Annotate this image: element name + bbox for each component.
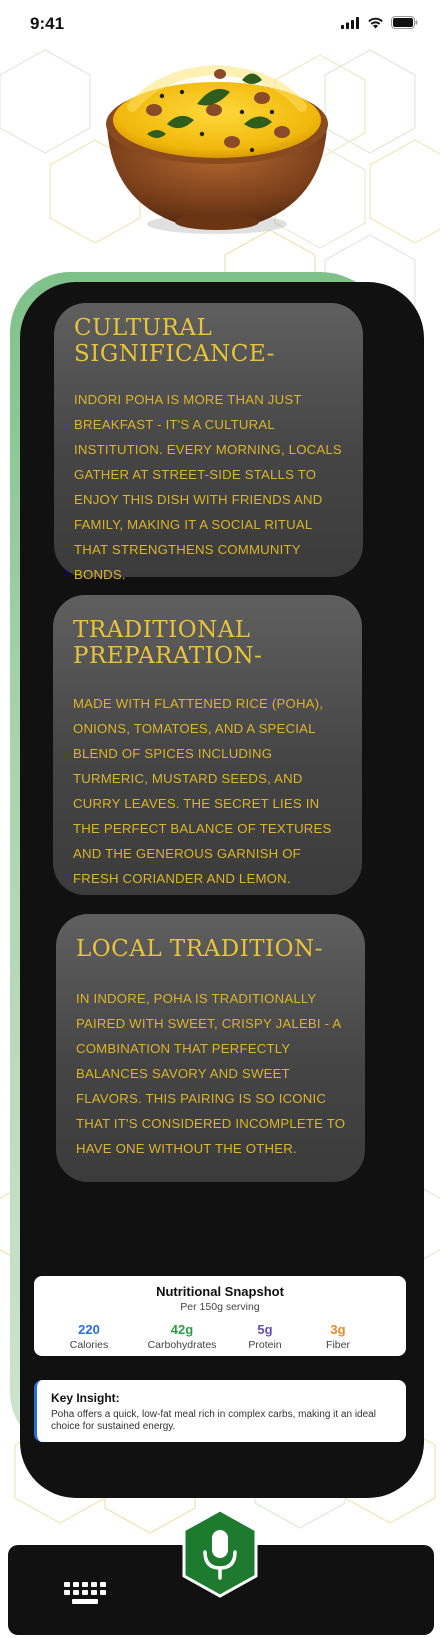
- nutrition-value: 42g: [170, 1322, 194, 1337]
- card-title: Traditional Preparation-: [73, 617, 263, 669]
- status-time: 9:41: [30, 14, 65, 33]
- microphone-icon: [182, 1508, 258, 1598]
- nutrition-value: 220: [78, 1322, 100, 1337]
- insight-body: Poha offers a quick, low-fat meal rich i…: [51, 1409, 376, 1432]
- microphone-button[interactable]: [180, 1508, 260, 1600]
- keyboard-icon: [64, 1582, 106, 1604]
- card-title: Local Tradition-: [76, 936, 323, 962]
- nutrition-item-carbohydrates: 42g Carbohydrates: [137, 1322, 227, 1351]
- nutrition-title: Nutritional Snapshot: [156, 1284, 284, 1299]
- key-insight-card: Key Insight: Poha offers a quick, low-fa…: [34, 1380, 406, 1442]
- info-card-cultural: Cultural Significance- Indori Poha is mo…: [54, 303, 363, 582]
- nutrition-label: Carbohydrates: [147, 1339, 217, 1351]
- nutrition-label: Fiber: [326, 1339, 350, 1351]
- card-body: In Indore, poha is traditionally paired …: [76, 991, 346, 1156]
- keyboard-button[interactable]: [62, 1580, 110, 1610]
- card-title: Cultural Significance-: [74, 315, 275, 367]
- info-card-tradition: Local Tradition- In Indore, poha is trad…: [56, 914, 365, 1182]
- nutrition-item-fiber: 3g Fiber: [293, 1322, 383, 1351]
- card-body: Indori Poha is more than just breakfast …: [74, 392, 342, 582]
- status-icons: [341, 16, 418, 29]
- insight-title: Key Insight:: [51, 1391, 120, 1405]
- nutrition-card: Nutritional Snapshot Per 150g serving 22…: [34, 1276, 406, 1356]
- signal-icon: [341, 16, 359, 29]
- nutrition-label: Calories: [69, 1339, 109, 1351]
- poha-bowl-image: [102, 52, 332, 242]
- nutrition-subtitle: Per 150g serving: [180, 1301, 260, 1313]
- card-body: Made with flattened rice (poha), onions,…: [73, 696, 332, 886]
- battery-icon: [391, 16, 418, 29]
- status-bar: 9:41: [0, 0, 440, 48]
- nutrition-value: 3g: [330, 1322, 346, 1337]
- info-card-preparation: Traditional Preparation- Made with flatt…: [53, 595, 362, 895]
- nutrition-item-calories: 220 Calories: [44, 1322, 134, 1351]
- wifi-icon: [368, 17, 383, 28]
